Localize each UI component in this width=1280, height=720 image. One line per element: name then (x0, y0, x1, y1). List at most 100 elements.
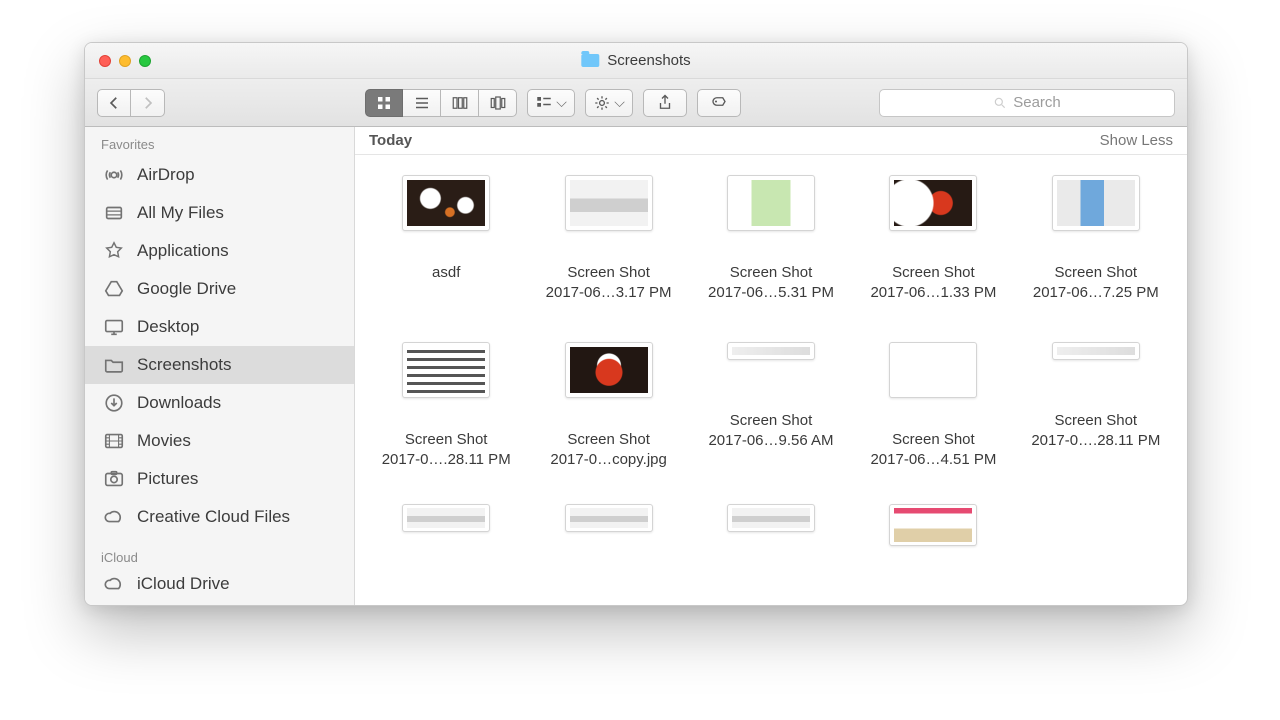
file-thumbnail (727, 504, 815, 532)
file-name-2: 2017-06…1.33 PM (870, 284, 996, 301)
sidebar-item-creative-cloud[interactable]: Creative Cloud Files (85, 498, 354, 536)
sidebar-item-label: Applications (137, 241, 229, 261)
titlebar: Screenshots (85, 43, 1187, 79)
forward-button[interactable] (131, 89, 165, 117)
file-thumbnail (402, 504, 490, 532)
file-name: asdf (432, 264, 460, 281)
view-switcher (365, 89, 517, 117)
arrange-group: ⌵ (527, 89, 575, 117)
file-name: Screen Shot (730, 264, 813, 281)
sidebar-item-label: Desktop (137, 317, 199, 337)
file-item[interactable] (690, 502, 852, 546)
chevron-down-icon: ⌵ (614, 94, 625, 111)
action-group: ⌵ (585, 89, 633, 117)
sidebar-item-pictures[interactable]: Pictures (85, 460, 354, 498)
minimize-button[interactable] (119, 55, 131, 67)
sidebar-item-applications[interactable]: Applications (85, 232, 354, 270)
applications-icon (103, 240, 125, 262)
folder-icon (581, 54, 599, 67)
file-item[interactable]: Screen Shot2017-06…5.31 PM (690, 173, 852, 304)
tags-group (697, 89, 741, 117)
sidebar-item-label: Downloads (137, 393, 221, 413)
file-item[interactable]: Screen Shot2017-06…1.33 PM (852, 173, 1014, 304)
sidebar-item-label: Google Drive (137, 279, 236, 299)
file-thumbnail (1052, 342, 1140, 360)
share-button[interactable] (643, 89, 687, 117)
file-name-2: 2017-0….28.11 PM (1031, 432, 1160, 449)
all-my-files-icon (103, 202, 125, 224)
file-name-2: 2017-06…3.17 PM (546, 284, 672, 301)
sidebar-item-all-my-files[interactable]: All My Files (85, 194, 354, 232)
sidebar-section-icloud: iCloud (85, 546, 354, 569)
sidebar-item-movies[interactable]: Movies (85, 422, 354, 460)
file-name-2: 2017-06…4.51 PM (870, 451, 996, 468)
file-thumbnail (727, 342, 815, 360)
section-label: Today (369, 132, 412, 149)
icon-view-button[interactable] (365, 89, 403, 117)
window-controls (99, 55, 151, 67)
search-field[interactable]: Search (879, 89, 1175, 117)
list-view-button[interactable] (403, 89, 441, 117)
tags-button[interactable] (697, 89, 741, 117)
sidebar-item-airdrop[interactable]: AirDrop (85, 156, 354, 194)
coverflow-view-button[interactable] (479, 89, 517, 117)
file-thumbnail (889, 504, 977, 546)
file-name: Screen Shot (567, 431, 650, 448)
chevron-right-icon (139, 94, 157, 112)
sidebar-item-icloud-drive[interactable]: iCloud Drive (85, 569, 354, 599)
sidebar-item-google-drive[interactable]: Google Drive (85, 270, 354, 308)
file-item[interactable]: Screen Shot2017-0…copy.jpg (527, 340, 689, 471)
file-item[interactable]: asdf (365, 173, 527, 304)
search-placeholder: Search (1013, 94, 1061, 111)
close-button[interactable] (99, 55, 111, 67)
window-title-text: Screenshots (607, 52, 690, 69)
file-item[interactable]: Screen Shot 2017-0….28.11 PM (1015, 340, 1177, 471)
pictures-icon (103, 468, 125, 490)
arrange-button[interactable]: ⌵ (527, 89, 575, 117)
file-item[interactable] (527, 502, 689, 546)
coverflow-icon (489, 94, 507, 112)
file-name: Screen Shot (1055, 412, 1138, 429)
show-less-button[interactable]: Show Less (1100, 132, 1173, 149)
file-item[interactable] (365, 502, 527, 546)
columns-icon (451, 94, 469, 112)
zoom-button[interactable] (139, 55, 151, 67)
folder-icon (103, 354, 125, 376)
section-header: Today Show Less (355, 127, 1187, 155)
action-button[interactable]: ⌵ (585, 89, 633, 117)
nav-buttons (97, 89, 165, 117)
sidebar-item-label: AirDrop (137, 165, 195, 185)
sidebar: Favorites AirDrop All My Files Applicati… (85, 127, 355, 605)
file-item[interactable]: Screen Shot2017-06…4.51 PM (852, 340, 1014, 471)
file-name: Screen Shot (405, 431, 488, 448)
sidebar-item-label: Pictures (137, 469, 198, 489)
tag-icon (710, 94, 728, 112)
sidebar-item-label: Creative Cloud Files (137, 507, 290, 527)
sidebar-item-screenshots[interactable]: Screenshots (85, 346, 354, 384)
file-name-2: 2017-06…7.25 PM (1033, 284, 1159, 301)
sidebar-item-label: iCloud Drive (137, 574, 230, 594)
icon-grid[interactable]: asdf Screen Shot2017-06…3.17 PM Screen S… (355, 155, 1187, 605)
file-item[interactable] (852, 502, 1014, 546)
file-thumbnail (402, 175, 490, 231)
file-item[interactable]: Screen Shot2017-06…7.25 PM (1015, 173, 1177, 304)
sidebar-item-downloads[interactable]: Downloads (85, 384, 354, 422)
file-item[interactable]: Screen Shot2017-06…3.17 PM (527, 173, 689, 304)
file-item[interactable]: Screen Shot2017-0….28.11 PM (365, 340, 527, 471)
gear-icon (593, 94, 611, 112)
chevron-left-icon (105, 94, 123, 112)
file-thumbnail (565, 504, 653, 532)
chevron-down-icon: ⌵ (556, 94, 567, 111)
file-thumbnail (727, 175, 815, 231)
file-item[interactable] (1015, 502, 1177, 546)
file-item[interactable]: Screen Shot2017-06…9.56 AM (690, 340, 852, 471)
file-name-2: 2017-06…9.56 AM (708, 432, 833, 449)
sidebar-item-label: Screenshots (137, 355, 232, 375)
arrange-icon (535, 94, 553, 112)
sidebar-item-label: All My Files (137, 203, 224, 223)
sidebar-item-label: Movies (137, 431, 191, 451)
column-view-button[interactable] (441, 89, 479, 117)
back-button[interactable] (97, 89, 131, 117)
desktop-icon (103, 316, 125, 338)
sidebar-item-desktop[interactable]: Desktop (85, 308, 354, 346)
